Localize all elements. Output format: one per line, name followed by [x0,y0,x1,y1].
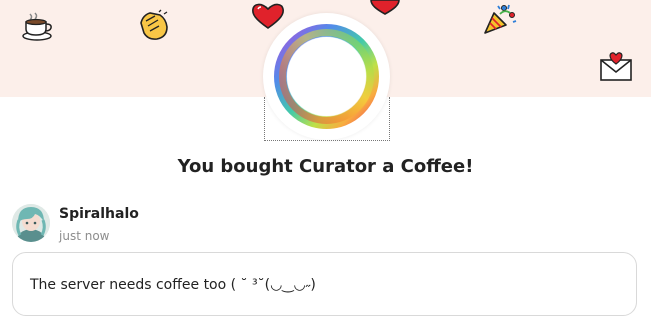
supporter-avatar [12,204,50,242]
coffee-cup-icon [22,12,52,41]
clapping-hands-icon [140,9,168,40]
supporter-message: The server needs coffee too ( ˘ ³˘(◡‿◡˶) [30,277,316,293]
supporter-message-box: The server needs coffee too ( ˘ ³˘(◡‿◡˶) [12,252,637,316]
supporter-name[interactable]: Spiralhalo [59,206,139,222]
confirmation-title: You bought Curator a Coffee! [177,156,474,177]
party-popper-icon [484,4,517,34]
rainbow-ring-icon [274,24,379,129]
love-letter-icon [600,52,632,81]
anime-avatar [12,204,50,242]
supporter-timestamp: just now [59,229,110,243]
creator-avatar [263,13,390,140]
